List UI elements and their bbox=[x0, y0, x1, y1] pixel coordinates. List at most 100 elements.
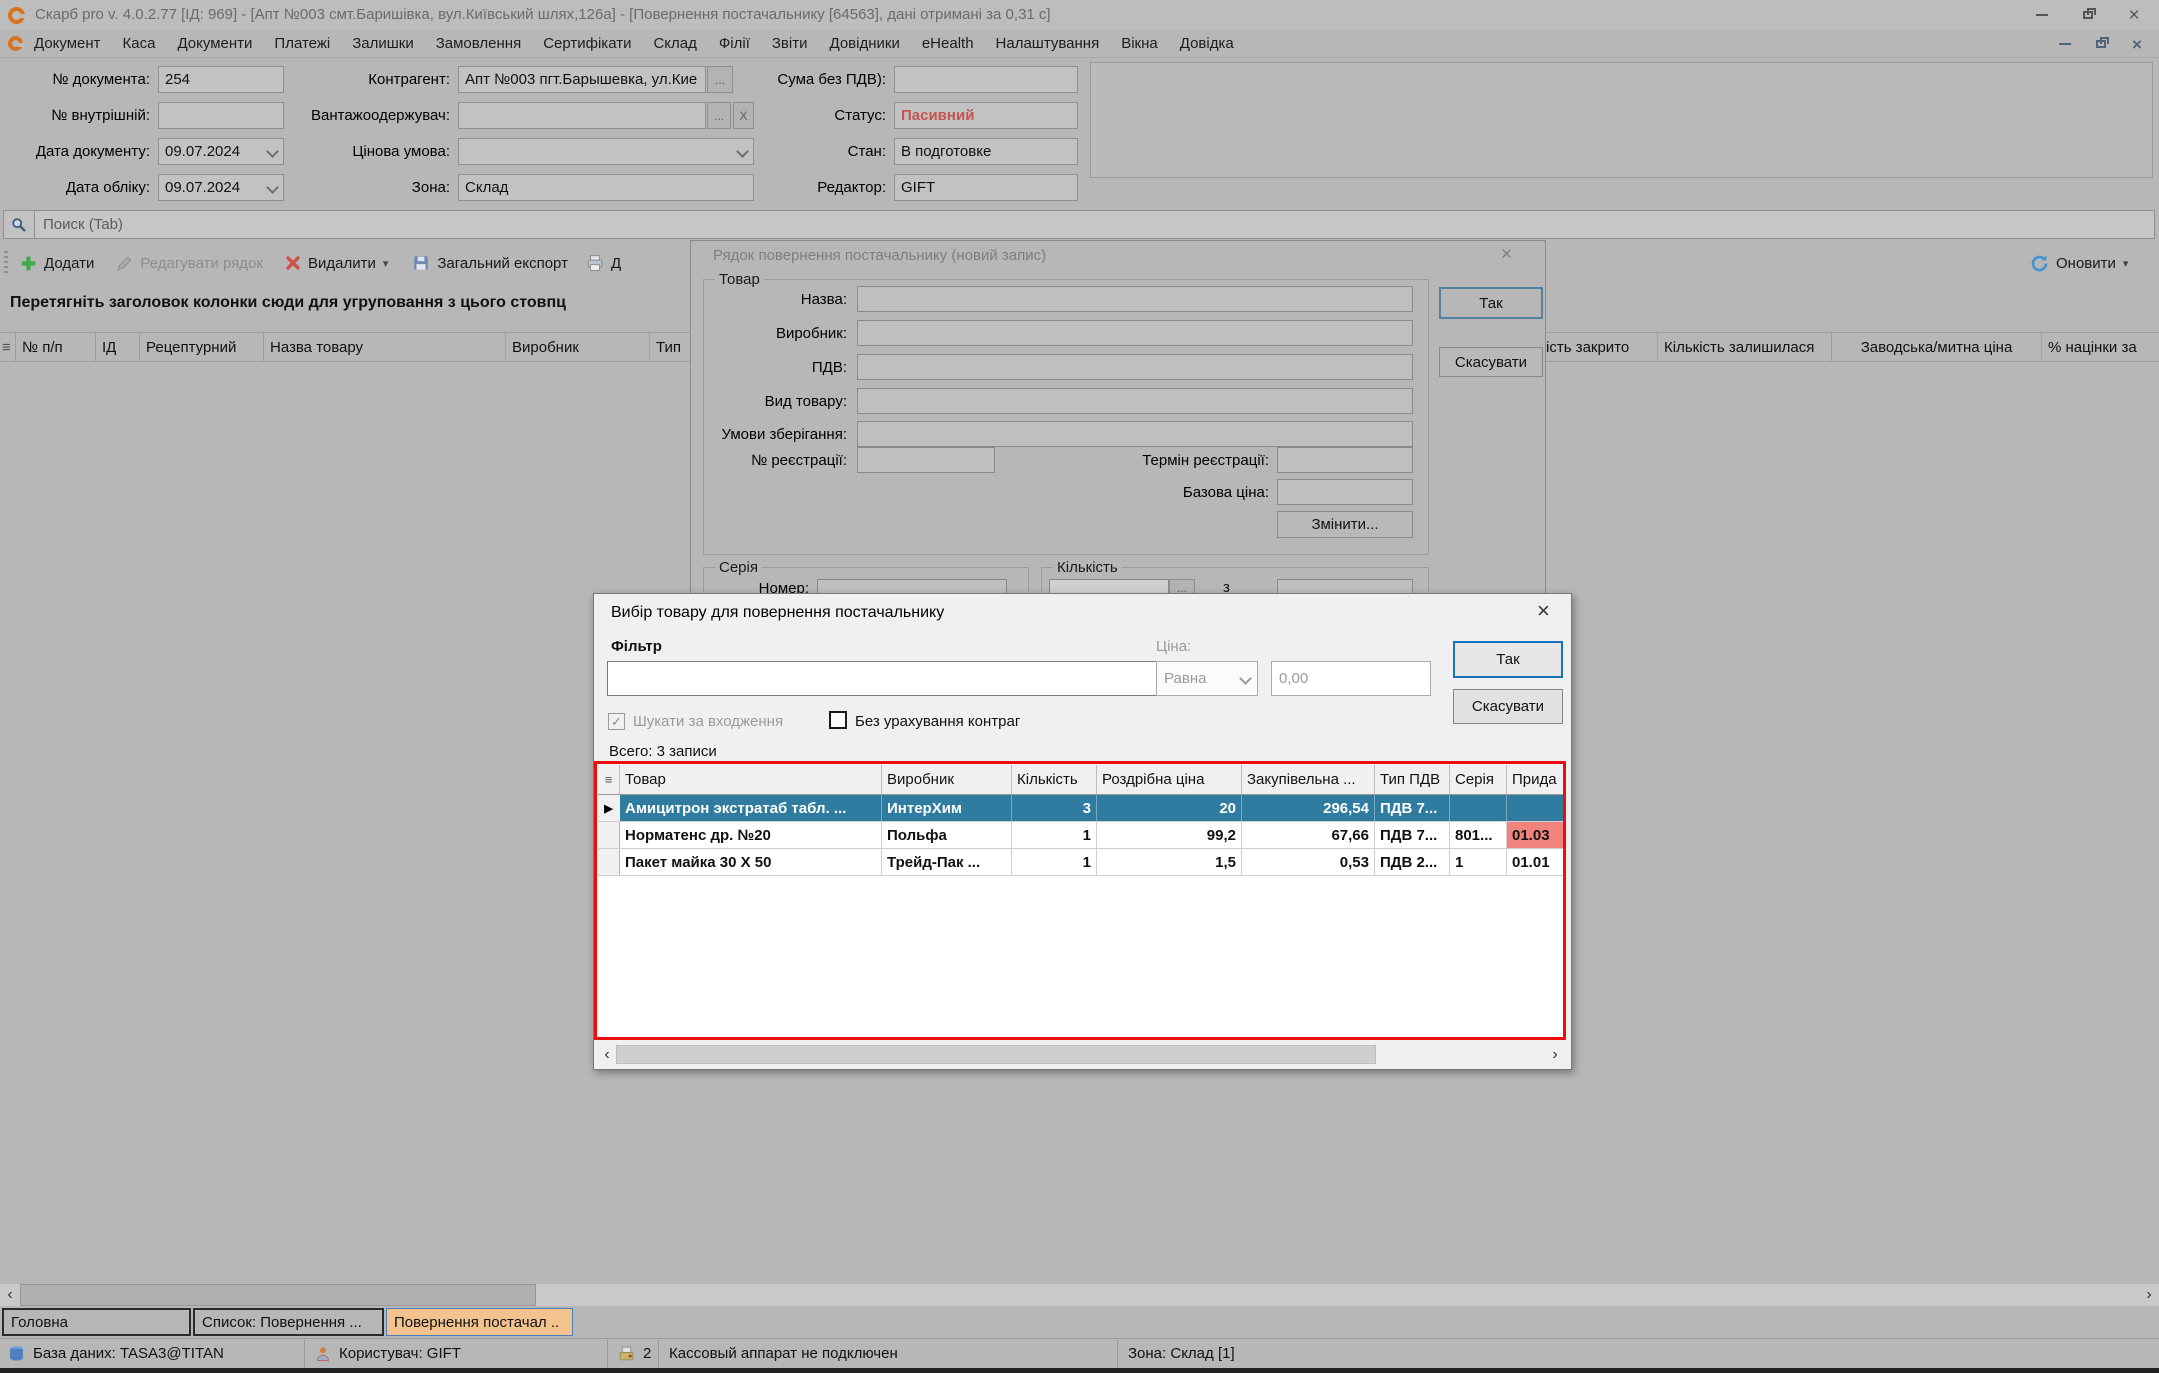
col-producer[interactable]: Виробник bbox=[506, 333, 650, 361]
col-id[interactable]: ІД bbox=[96, 333, 140, 361]
col-expiry[interactable]: Прида bbox=[1507, 765, 1564, 794]
producer-field[interactable] bbox=[857, 320, 1413, 346]
menu-directories[interactable]: Довідники bbox=[819, 30, 911, 57]
col-npp[interactable]: № п/п bbox=[16, 333, 96, 361]
col-markup[interactable]: % націнки за bbox=[2042, 333, 2157, 361]
registration-field[interactable] bbox=[857, 447, 995, 473]
col-product[interactable]: Товар bbox=[620, 765, 882, 794]
storage-field[interactable] bbox=[857, 421, 1413, 447]
dialog-close-icon[interactable]: × bbox=[1501, 244, 1512, 266]
row-dialog-ok-button[interactable]: Так bbox=[1439, 287, 1543, 319]
price-op-select[interactable]: Равна bbox=[1156, 661, 1258, 696]
select-cancel-button[interactable]: Скасувати bbox=[1453, 689, 1563, 724]
tab-returns-list[interactable]: Список: Повернення ... bbox=[193, 1308, 384, 1336]
scroll-right-icon[interactable]: › bbox=[2139, 1286, 2159, 1304]
status-label: Статус: bbox=[700, 102, 886, 129]
grid-grip-icon[interactable]: ≡ bbox=[0, 333, 16, 361]
price-label: Ціна: bbox=[1156, 638, 1191, 655]
col-retail-price[interactable]: Роздрібна ціна bbox=[1097, 765, 1242, 794]
dialog-hscrollbar[interactable]: ‹ › bbox=[598, 1045, 1564, 1064]
mdi-minimize-icon[interactable] bbox=[2049, 33, 2081, 55]
expired-date-cell[interactable]: 01.03 bbox=[1507, 822, 1564, 848]
menu-documents[interactable]: Документи bbox=[166, 30, 263, 57]
scroll-left-icon[interactable]: ‹ bbox=[0, 1286, 20, 1304]
col-vat-type[interactable]: Тип ПДВ bbox=[1375, 765, 1450, 794]
delete-button[interactable]: Видалити ▾ bbox=[285, 255, 388, 272]
sum-no-vat-field[interactable] bbox=[894, 66, 1078, 93]
status-value: Пасивний bbox=[901, 107, 974, 124]
main-hscroll-thumb[interactable] bbox=[20, 1284, 536, 1306]
ignore-contragent-checkbox-label: Без урахування контраг bbox=[855, 713, 1020, 730]
price-value-input[interactable]: 0,00 bbox=[1271, 661, 1431, 696]
minimize-button-icon[interactable] bbox=[2019, 0, 2065, 30]
restore-button-icon[interactable] bbox=[2065, 0, 2111, 30]
col-series[interactable]: Серія bbox=[1450, 765, 1507, 794]
menu-help[interactable]: Довідка bbox=[1169, 30, 1245, 57]
col-factory-price[interactable]: Заводська/митна ціна bbox=[1832, 333, 2042, 361]
registration-term-field[interactable] bbox=[1277, 447, 1413, 473]
close-button-icon[interactable]: × bbox=[2111, 0, 2157, 30]
col-qty-left[interactable]: Кількість залишилася bbox=[1658, 333, 1832, 361]
col-type[interactable]: Тип bbox=[650, 333, 690, 361]
search-input[interactable] bbox=[35, 211, 2154, 238]
menu-stocks[interactable]: Залишки bbox=[341, 30, 425, 57]
menu-branches[interactable]: Філії bbox=[708, 30, 761, 57]
menu-settings[interactable]: Налаштування bbox=[985, 30, 1111, 57]
kind-field[interactable] bbox=[857, 388, 1413, 414]
col-product-name[interactable]: Назва товару bbox=[264, 333, 506, 361]
col-recipe[interactable]: Рецептурний bbox=[140, 333, 264, 361]
chevron-down-icon[interactable] bbox=[266, 145, 279, 158]
refresh-button[interactable]: Оновити ▾ bbox=[2030, 246, 2128, 280]
print-button[interactable]: Д bbox=[586, 254, 621, 272]
tab-main[interactable]: Головна bbox=[2, 1308, 191, 1336]
menu-certificates[interactable]: Сертифікати bbox=[532, 30, 642, 57]
menu-warehouse[interactable]: Склад bbox=[642, 30, 707, 57]
doc-date-field[interactable]: 09.07.2024 bbox=[158, 138, 284, 165]
row-dialog-cancel-button[interactable]: Скасувати bbox=[1439, 347, 1543, 377]
menu-document[interactable]: Документ bbox=[23, 30, 112, 57]
edit-row-button[interactable]: Редагувати рядок bbox=[116, 255, 263, 272]
acc-date-field[interactable]: 09.07.2024 bbox=[158, 174, 284, 201]
database-icon bbox=[8, 1345, 25, 1362]
search-bar bbox=[3, 210, 2155, 239]
vat-field[interactable] bbox=[857, 354, 1413, 380]
col-purchase-price[interactable]: Закупівельна ... bbox=[1242, 765, 1375, 794]
toolbar: Додати Редагувати рядок Видалити ▾ Загал… bbox=[4, 246, 621, 280]
doc-number-field[interactable]: 254 bbox=[158, 66, 284, 93]
add-button[interactable]: Додати bbox=[20, 255, 94, 272]
mdi-close-icon[interactable]: × bbox=[2121, 33, 2153, 55]
table-row[interactable]: ▶ Амицитрон экстратаб табл. ... ИнтерХим… bbox=[598, 795, 1564, 822]
table-row[interactable]: Пакет майка 30 Х 50 Трейд-Пак ... 1 1,5 … bbox=[598, 849, 1564, 876]
col-quantity[interactable]: Кількість bbox=[1012, 765, 1097, 794]
table-row[interactable]: Норматенс др. №20 Польфа 1 99,2 67,66 ПД… bbox=[598, 822, 1564, 849]
internal-number-field[interactable] bbox=[158, 102, 284, 129]
chevron-down-icon[interactable] bbox=[266, 181, 279, 194]
ignore-contragent-checkbox[interactable] bbox=[829, 711, 847, 729]
filter-input[interactable] bbox=[615, 669, 1151, 688]
main-hscrollbar[interactable]: ‹ › bbox=[0, 1284, 2159, 1306]
select-ok-button[interactable]: Так bbox=[1453, 641, 1563, 678]
name-field[interactable] bbox=[857, 286, 1413, 312]
dialog-hscroll-thumb[interactable] bbox=[616, 1045, 1376, 1064]
toolbar-grip-icon[interactable] bbox=[4, 251, 8, 275]
scroll-right-icon[interactable]: › bbox=[1546, 1046, 1564, 1064]
contragent-field[interactable]: Апт №003 пгт.Барышевка, ул.Кие bbox=[458, 66, 706, 93]
menu-payments[interactable]: Платежі bbox=[263, 30, 341, 57]
name-label: Назва: bbox=[711, 286, 847, 312]
mdi-restore-icon[interactable] bbox=[2085, 33, 2117, 55]
col-qty-closed[interactable]: ість закрито bbox=[1540, 333, 1658, 361]
col-producer[interactable]: Виробник bbox=[882, 765, 1012, 794]
menu-ehealth[interactable]: eHealth bbox=[911, 30, 985, 57]
menu-reports[interactable]: Звіти bbox=[761, 30, 819, 57]
search-entry-checkbox[interactable]: ✓ bbox=[608, 713, 625, 730]
menu-kasa[interactable]: Каса bbox=[112, 30, 167, 57]
menu-windows[interactable]: Вікна bbox=[1110, 30, 1169, 57]
export-button[interactable]: Загальний експорт bbox=[412, 254, 568, 272]
change-button[interactable]: Змінити... bbox=[1277, 511, 1413, 538]
consignee-field[interactable] bbox=[458, 102, 706, 129]
scroll-left-icon[interactable]: ‹ bbox=[598, 1046, 616, 1064]
base-price-field[interactable] bbox=[1277, 479, 1413, 505]
menu-orders[interactable]: Замовлення bbox=[425, 30, 532, 57]
dialog-close-icon[interactable]: × bbox=[1537, 598, 1550, 624]
tab-return-to-supplier[interactable]: Повернення постачал .. bbox=[386, 1308, 573, 1336]
